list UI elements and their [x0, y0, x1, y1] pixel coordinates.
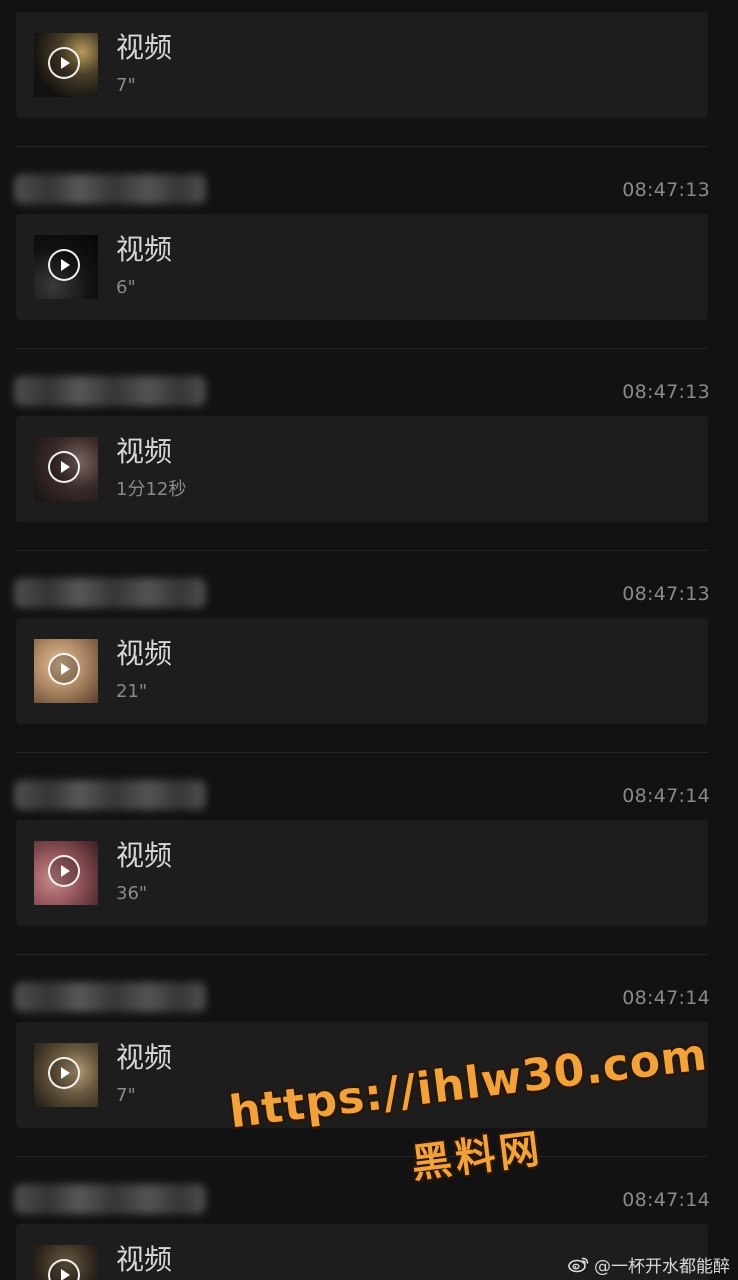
divider — [16, 550, 708, 551]
video-thumbnail[interactable] — [34, 235, 98, 299]
video-thumbnail[interactable] — [34, 841, 98, 905]
play-icon[interactable] — [48, 855, 80, 887]
video-duration: 6" — [116, 277, 136, 298]
blurred-sender-name — [14, 578, 206, 608]
divider — [16, 146, 708, 147]
video-message-card[interactable]: 视频 7" — [16, 12, 708, 118]
video-title: 视频 — [116, 1243, 173, 1276]
play-icon[interactable] — [48, 451, 80, 483]
video-title: 视频 — [116, 435, 173, 468]
blurred-sender-name — [14, 1184, 206, 1214]
video-thumbnail[interactable] — [34, 1043, 98, 1107]
play-icon[interactable] — [48, 1057, 80, 1089]
divider — [16, 954, 708, 955]
video-title: 视频 — [116, 839, 173, 872]
sender-row: 08:47:13 — [0, 370, 738, 414]
video-thumbnail[interactable] — [34, 639, 98, 703]
blurred-sender-name — [14, 174, 206, 204]
video-title: 视频 — [116, 1041, 173, 1074]
video-title: 视频 — [116, 637, 173, 670]
message-timestamp: 08:47:13 — [622, 381, 710, 403]
sender-row: 08:47:14 — [0, 774, 738, 818]
play-icon[interactable] — [48, 653, 80, 685]
blurred-sender-name — [14, 780, 206, 810]
video-thumbnail[interactable] — [34, 33, 98, 97]
play-icon[interactable] — [48, 47, 80, 79]
video-duration: 1分12秒 — [116, 479, 187, 500]
video-title: 视频 — [116, 233, 173, 266]
blurred-sender-name — [14, 982, 206, 1012]
chat-screen: 视频 7" 08:47:13 视频 6" 08:47:13 视频 1分12秒 0… — [0, 0, 738, 1280]
weibo-credit: @一杯开水都能醉 — [568, 1252, 730, 1277]
message-timestamp: 08:47:14 — [622, 987, 710, 1009]
video-title: 视频 — [116, 31, 173, 64]
divider — [16, 348, 708, 349]
message-timestamp: 08:47:13 — [622, 179, 710, 201]
video-thumbnail[interactable] — [34, 1245, 98, 1280]
video-duration: 21" — [116, 681, 148, 702]
weibo-icon — [568, 1255, 590, 1273]
weibo-credit-text: @一杯开水都能醉 — [594, 1256, 730, 1277]
blurred-sender-name — [14, 376, 206, 406]
divider — [16, 752, 708, 753]
video-message-card[interactable]: 视频 36" — [16, 820, 708, 926]
video-message-card[interactable]: 视频 6" — [16, 214, 708, 320]
message-timestamp: 08:47:14 — [622, 1189, 710, 1211]
video-message-card[interactable]: 视频 1分12秒 — [16, 416, 708, 522]
video-duration: 7" — [116, 75, 136, 96]
video-thumbnail[interactable] — [34, 437, 98, 501]
video-duration: 36" — [116, 883, 148, 904]
sender-row: 08:47:13 — [0, 168, 738, 212]
sender-row: 08:47:13 — [0, 572, 738, 616]
sender-row: 08:47:14 — [0, 976, 738, 1020]
play-icon[interactable] — [48, 1259, 80, 1280]
message-timestamp: 08:47:14 — [622, 785, 710, 807]
video-duration: 7" — [116, 1085, 136, 1106]
video-message-card[interactable]: 视频 21" — [16, 618, 708, 724]
message-timestamp: 08:47:13 — [622, 583, 710, 605]
play-icon[interactable] — [48, 249, 80, 281]
